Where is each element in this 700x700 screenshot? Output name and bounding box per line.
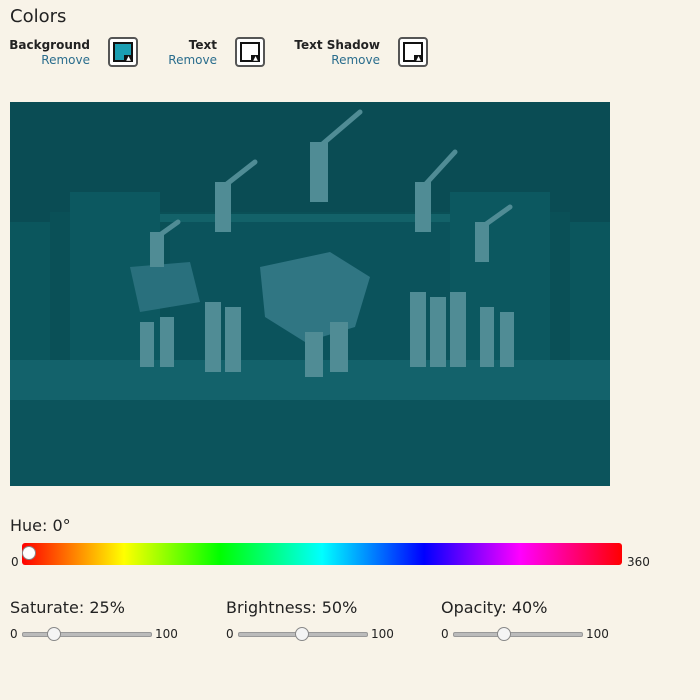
hue-slider-thumb[interactable] — [22, 546, 36, 560]
saturate-slider-group: Saturate: 25% 0 100 — [10, 598, 210, 648]
brightness-slider-group: Brightness: 50% 0 100 — [226, 598, 426, 648]
caret-up-icon: ▲ — [251, 55, 260, 62]
saturate-slider-thumb[interactable] — [47, 627, 61, 641]
saturate-min-label: 0 — [10, 627, 18, 641]
hue-max-label: 360 — [627, 555, 650, 569]
background-swatch-button[interactable]: ▲ — [108, 37, 138, 67]
hue-label: Hue: 0° — [10, 516, 71, 535]
brightness-slider-thumb[interactable] — [295, 627, 309, 641]
caret-up-icon: ▲ — [124, 55, 133, 62]
text-shadow-color-picker: Text Shadow Remove ▲ — [280, 37, 428, 71]
saturate-max-label: 100 — [155, 627, 178, 641]
text-color-picker: Text Remove ▲ — [150, 37, 265, 71]
text-shadow-label: Text Shadow — [294, 38, 380, 52]
opacity-max-label: 100 — [586, 627, 609, 641]
brightness-max-label: 100 — [371, 627, 394, 641]
opacity-slider-group: Opacity: 40% 0 100 — [441, 598, 641, 648]
background-remove-link[interactable]: Remove — [9, 53, 90, 68]
opacity-label: Opacity: 40% — [441, 598, 548, 617]
background-label: Background — [9, 38, 90, 52]
text-shadow-swatch-button[interactable]: ▲ — [398, 37, 428, 67]
opacity-min-label: 0 — [441, 627, 449, 641]
preview-tint-overlay — [10, 102, 610, 486]
background-color-picker: Background Remove ▲ — [9, 37, 138, 71]
opacity-slider-thumb[interactable] — [497, 627, 512, 641]
saturate-slider-track[interactable] — [22, 632, 152, 637]
opacity-slider-track[interactable] — [453, 632, 583, 637]
text-shadow-remove-link[interactable]: Remove — [294, 53, 380, 68]
brightness-min-label: 0 — [226, 627, 234, 641]
brightness-label: Brightness: 50% — [226, 598, 358, 617]
saturate-label: Saturate: 25% — [10, 598, 125, 617]
hue-min-label: 0 — [11, 555, 19, 569]
hue-slider-track[interactable] — [22, 543, 622, 565]
text-label: Text — [188, 38, 217, 52]
colors-title: Colors — [10, 6, 67, 27]
text-swatch-button[interactable]: ▲ — [235, 37, 265, 67]
text-remove-link[interactable]: Remove — [168, 53, 217, 68]
image-preview — [10, 102, 610, 486]
caret-up-icon: ▲ — [414, 55, 423, 62]
